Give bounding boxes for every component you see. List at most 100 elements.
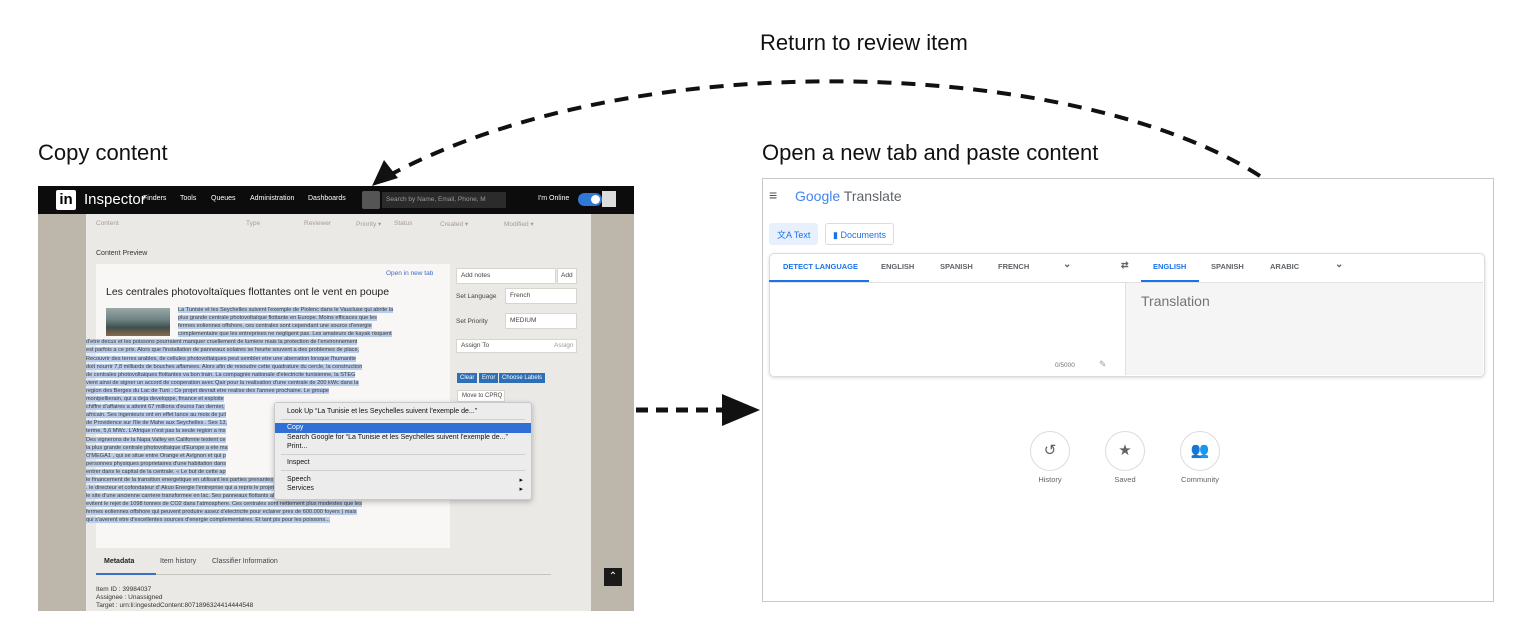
online-label: I'm Online	[538, 195, 570, 202]
history-label: History	[1038, 475, 1062, 484]
col-content[interactable]: Content	[96, 220, 119, 227]
google-translate-screenshot: ≡ Google Translate 文A Text ▮ Documents D…	[762, 178, 1494, 602]
priority-select[interactable]: MEDIUM	[505, 313, 577, 329]
meta-assignee: Assignee : Unassigned	[96, 594, 163, 601]
body-line: montpellierain, qui a deja developpe, fi…	[86, 396, 224, 403]
assign-button[interactable]: Assign	[554, 342, 574, 349]
col-reviewer[interactable]: Reviewer	[304, 220, 331, 227]
menu-inspect[interactable]: Inspect	[287, 459, 310, 466]
open-in-new-tab-link[interactable]: Open in new tab	[386, 270, 433, 277]
context-menu: Look Up “La Tunisie et les Seychelles su…	[274, 402, 532, 500]
lang-source-spanish[interactable]: SPANISH	[940, 262, 973, 271]
saved-label: Saved	[1114, 475, 1136, 484]
metadata-block: Item ID : 39984037 Assignee : Unassigned…	[96, 586, 253, 610]
handwriting-icon[interactable]: ✎	[1099, 359, 1107, 370]
tab-classifier-information[interactable]: Classifier Information	[212, 558, 278, 565]
clear-button[interactable]: Clear	[457, 373, 478, 383]
nav-tools[interactable]: Tools	[180, 195, 196, 202]
source-lang-underline	[769, 280, 869, 282]
avatar[interactable]	[602, 191, 616, 207]
return-arc	[387, 79, 1262, 178]
meta-target: Target : urn:li:ingestedContent:80718963…	[96, 602, 254, 609]
menu-services[interactable]: Services	[287, 485, 314, 492]
body-line: evitent le rejet de 1098 tonnes de CO2 d…	[86, 501, 362, 508]
tab-item-history[interactable]: Item history	[160, 558, 196, 565]
body-line: fermes eoliennes offshore, ces centrales…	[178, 323, 372, 330]
error-button[interactable]: Error	[479, 373, 499, 383]
col-status[interactable]: Status	[394, 220, 412, 227]
body-line: de Providence sur l'Ile de Mahe aux Seyc…	[86, 420, 227, 427]
body-line: plus grande centrale photovoltaïque flot…	[178, 315, 377, 322]
body-line: entrer dans le capital de la centrale. «…	[86, 468, 226, 475]
target-lang-more-chevron-icon[interactable]: ⌄	[1335, 259, 1343, 270]
body-line: terme, 5,6 MWc. L'Afrique n'est pas la s…	[86, 428, 226, 435]
menu-search-google[interactable]: Search Google for “La Tunisie et les Sey…	[287, 434, 508, 441]
menu-speech[interactable]: Speech	[287, 476, 311, 483]
text-mode-label: Text	[793, 230, 811, 240]
body-line: personnes physiques proprietaires d'une …	[86, 460, 227, 467]
body-line: Des vignerons de la Napa Valley en Calif…	[86, 436, 226, 443]
article-headline: Les centrales photovoltaïques flottantes…	[106, 286, 390, 298]
menu-copy[interactable]: Copy	[275, 423, 531, 433]
body-line: est parfois a ce prix. Alors que l'insta…	[86, 347, 360, 354]
swap-languages-icon[interactable]: ⇄	[1121, 260, 1129, 271]
col-priority[interactable]: Priority ▾	[356, 220, 381, 228]
text-mode-button[interactable]: 文A Text	[769, 223, 819, 245]
submenu-arrow-icon: ▸	[519, 477, 523, 484]
user-menu-button[interactable]	[362, 191, 380, 209]
body-line: chiffre d'affaires a atteint 67 millions…	[86, 404, 225, 411]
linkedin-logo[interactable]: in	[56, 190, 76, 210]
nav-administration[interactable]: Administration	[250, 195, 294, 202]
body-line: complementaire que les entreprises ne ne…	[178, 331, 392, 338]
col-modified[interactable]: Modified ▾	[504, 220, 534, 228]
source-lang-more-chevron-icon[interactable]: ⌄	[1063, 259, 1071, 270]
body-line: La Tunisie et les Seychelles suivent l'e…	[178, 307, 394, 313]
documents-mode-button[interactable]: ▮ Documents	[825, 223, 894, 245]
nav-queues[interactable]: Queues	[211, 195, 236, 202]
body-line: africain. Ses ingenieurs ont en effet la…	[86, 412, 226, 419]
body-line: la plus grande centrale photovoltaique d…	[86, 444, 228, 451]
menu-print[interactable]: Print...	[287, 443, 307, 450]
nav-finders[interactable]: Finders	[143, 195, 166, 202]
google-translate-logo[interactable]: Google Translate	[795, 188, 902, 204]
saved-icon[interactable]: ★	[1105, 431, 1145, 471]
scroll-top-button[interactable]: ⌃	[604, 568, 622, 586]
menu-separator	[281, 454, 525, 455]
community-label: Community	[1181, 475, 1219, 484]
preview-title: Content Preview	[96, 250, 148, 257]
menu-separator	[281, 419, 525, 420]
community-icon[interactable]: 👥	[1180, 431, 1220, 471]
col-type[interactable]: Type	[246, 220, 260, 227]
set-language-label: Set Language	[456, 293, 497, 300]
char-counter: 0/5000	[1055, 362, 1075, 369]
history-icon[interactable]: ↺	[1030, 431, 1070, 471]
menu-lookup[interactable]: Look Up “La Tunisie et les Seychelles su…	[287, 408, 477, 415]
language-select[interactable]: French	[505, 288, 577, 304]
tab-metadata[interactable]: Metadata	[104, 558, 134, 565]
lang-target-english[interactable]: ENGLISH	[1153, 262, 1186, 271]
add-note-button[interactable]: Add	[557, 268, 577, 284]
nav-dashboards[interactable]: Dashboards	[308, 195, 346, 202]
online-toggle[interactable]	[578, 193, 602, 206]
target-lang-underline	[1141, 280, 1199, 282]
submenu-arrow-icon: ▸	[519, 486, 523, 493]
menu-icon[interactable]: ≡	[769, 187, 777, 203]
tab-divider	[96, 574, 551, 575]
lang-source-english[interactable]: ENGLISH	[881, 262, 914, 271]
lang-target-spanish[interactable]: SPANISH	[1211, 262, 1244, 271]
col-created[interactable]: Created ▾	[440, 220, 468, 228]
body-line: d'etre decus et les poissons pourraient …	[86, 339, 358, 346]
add-notes-input[interactable]: Add notes	[456, 268, 556, 284]
lang-detect[interactable]: DETECT LANGUAGE	[783, 262, 858, 271]
translate-icon: 文A	[777, 230, 792, 240]
move-to-cprq-button[interactable]: Move to CPRQ	[457, 390, 505, 402]
lang-target-arabic[interactable]: ARABIC	[1270, 262, 1299, 271]
app-name[interactable]: Inspector	[84, 191, 146, 208]
inspector-screenshot: in Inspector Finders Tools Queues Admini…	[38, 186, 634, 611]
body-line: qui s'averent etre d'excellentes sources…	[86, 517, 330, 524]
choose-labels-button[interactable]: Choose Labels	[499, 373, 546, 383]
lang-source-french[interactable]: FRENCH	[998, 262, 1029, 271]
google-wordmark: Google	[795, 188, 841, 204]
menu-separator	[281, 470, 525, 471]
search-input[interactable]: Search by Name, Email, Phone, M	[382, 192, 506, 208]
